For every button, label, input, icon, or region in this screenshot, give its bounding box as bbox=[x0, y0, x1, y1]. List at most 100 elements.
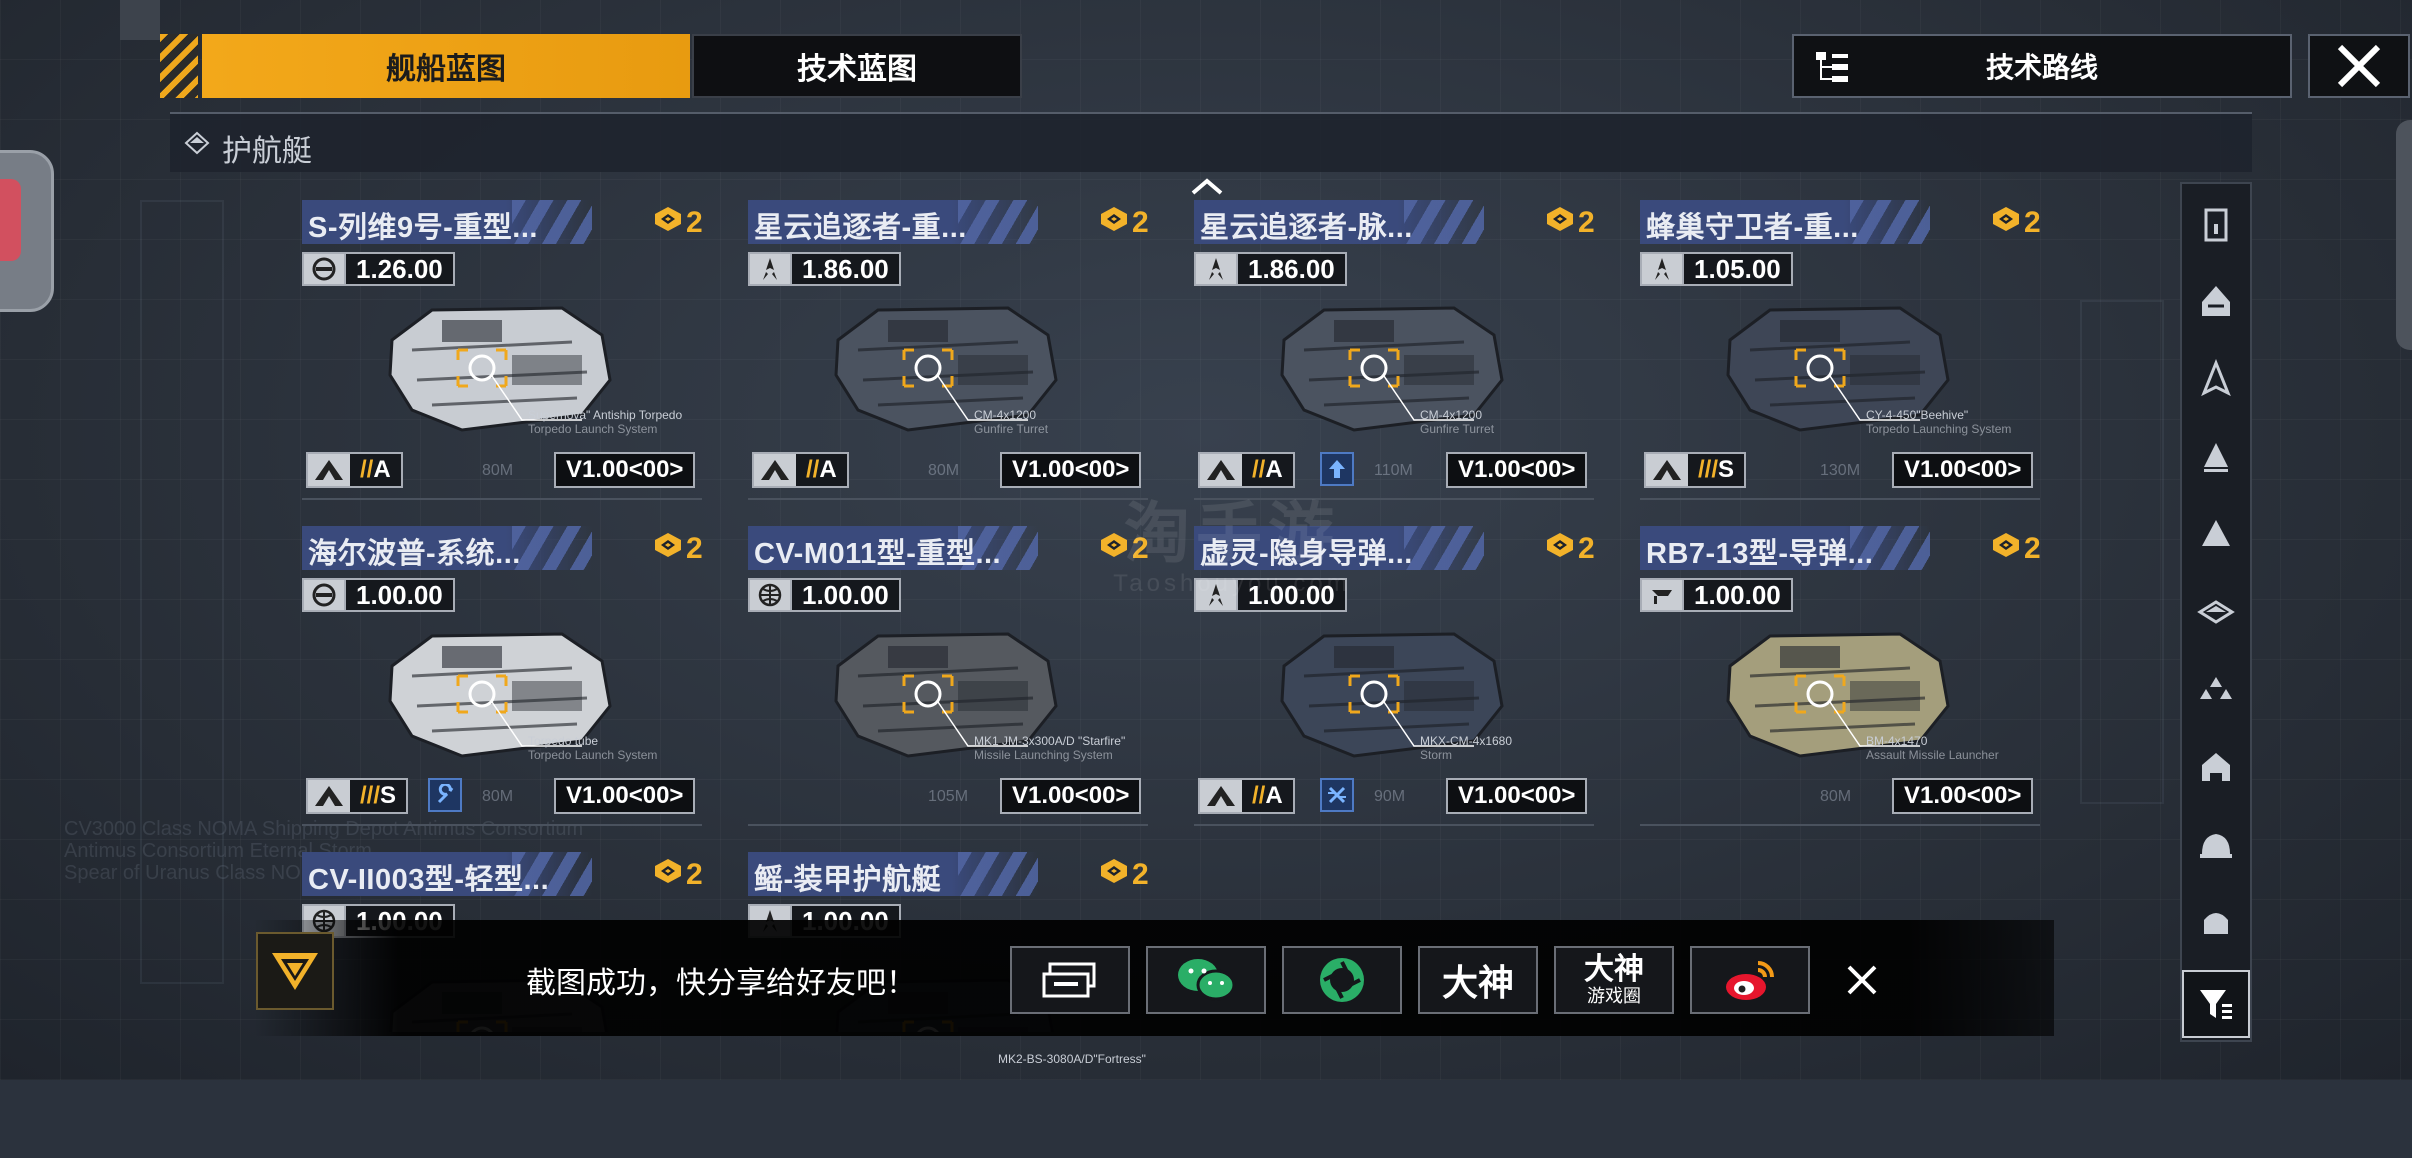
auxiliary-class-icon[interactable] bbox=[2196, 824, 2236, 864]
bg-frame bbox=[140, 200, 224, 984]
ship-name: S-列维9号-重型... bbox=[308, 212, 538, 244]
rank-icon bbox=[1100, 858, 1128, 892]
escort-class-icon bbox=[184, 131, 210, 155]
edge-handle[interactable] bbox=[2396, 120, 2412, 350]
card-title-stripes bbox=[1404, 526, 1484, 570]
rank-value: 2 bbox=[1132, 858, 1149, 891]
card-divider bbox=[748, 824, 1148, 826]
ship-length: 105M bbox=[928, 788, 969, 805]
rank-value: 2 bbox=[686, 858, 703, 891]
share-close-button[interactable] bbox=[1840, 958, 1884, 1002]
rank-icon bbox=[654, 206, 682, 240]
share-collapse-button[interactable] bbox=[256, 932, 334, 1010]
battlecruiser-class-icon[interactable] bbox=[2196, 359, 2236, 399]
rank-icon bbox=[1992, 206, 2020, 240]
rank-badge: 2 bbox=[1096, 858, 1149, 892]
ship-name: 海尔波普-系统... bbox=[308, 538, 521, 570]
close-button[interactable] bbox=[2308, 34, 2410, 98]
card-title-stripes bbox=[1404, 200, 1484, 244]
frigate-class-icon[interactable] bbox=[2196, 592, 2236, 632]
ship-name: 星云追逐者-脉... bbox=[1200, 212, 1413, 244]
category-label: 护航艇 bbox=[222, 135, 312, 168]
ship-card[interactable]: RB7-13型-导弹... 2 1.00.00 BM-4x1470 Assault Mi… bbox=[1640, 526, 2041, 832]
grade-icon bbox=[754, 454, 796, 486]
rank-icon bbox=[1992, 532, 2020, 566]
rank-icon bbox=[654, 858, 682, 892]
share-copy-button[interactable] bbox=[1010, 946, 1130, 1014]
card-title-stripes bbox=[512, 526, 592, 570]
rank-icon bbox=[654, 532, 682, 566]
card-divider bbox=[1194, 824, 1594, 826]
ship-length: 80M bbox=[928, 462, 960, 479]
ship-length: 80M bbox=[1820, 788, 1852, 805]
ship-card[interactable]: S-列维9号-重型... 2 1.26.00 Supernova" Antiship … bbox=[302, 200, 703, 506]
version-label: V1.00<00> bbox=[1892, 778, 2034, 814]
ship-name: CV-II003型-轻型... bbox=[308, 864, 550, 896]
rank-value: 2 bbox=[1132, 206, 1149, 239]
grade-icon bbox=[308, 454, 350, 486]
rank-badge: 2 bbox=[1988, 206, 2041, 240]
globe-icon bbox=[750, 580, 792, 610]
weapon-caption: BM-4x1470 Assault Missile Launcher bbox=[1866, 734, 1999, 762]
bg-frame bbox=[2080, 300, 2164, 804]
rank-badge: 2 bbox=[650, 206, 703, 240]
cruiser-class-icon[interactable] bbox=[2196, 437, 2236, 477]
scout-class-icon[interactable] bbox=[2196, 902, 2236, 942]
dashen-circle-logo: 大神 游戏圈 bbox=[1584, 953, 1644, 1006]
rank-value: 2 bbox=[686, 206, 703, 239]
tech-route-button[interactable]: 技术路线 bbox=[1792, 34, 2292, 98]
floating-assistant-bubble[interactable] bbox=[0, 150, 54, 312]
rank-badge: 2 bbox=[1988, 532, 2041, 566]
version-label: V1.00<00> bbox=[554, 778, 696, 814]
ship-card[interactable]: 蜂巢守卫者-重... 2 1.05.00 CY-4-450"Beehive" Torpe… bbox=[1640, 200, 2041, 506]
tab-ship-blueprint[interactable]: 舰船蓝图 bbox=[202, 34, 690, 98]
dashen-logo: 大神 bbox=[1441, 963, 1514, 1004]
scroll-up-chevron-icon[interactable] bbox=[1190, 176, 1224, 196]
weapon-caption: Supernova" Antiship Torpedo Torpedo Launc… bbox=[528, 408, 683, 436]
rank-badge: 2 bbox=[1096, 206, 1149, 240]
tech-route-label: 技术路线 bbox=[1985, 52, 2098, 83]
ship-length: 130M bbox=[1820, 462, 1861, 479]
filter-icon bbox=[2200, 990, 2232, 1019]
version-label: V1.00<00> bbox=[1446, 452, 1588, 488]
ship-length: 80M bbox=[482, 788, 514, 805]
tab-tech-blueprint[interactable]: 技术蓝图 bbox=[692, 34, 1022, 98]
share-message: 截图成功，快分享给好友吧！ bbox=[526, 967, 916, 1000]
grade-icon bbox=[1646, 454, 1688, 486]
weapon-caption: MK1 JM-3x300A/D "Starfire" Missile Launch… bbox=[974, 734, 1126, 762]
card-divider bbox=[1640, 824, 2040, 826]
ship-card[interactable]: 星云追逐者-脉... 2 1.86.00 CM-4x1200 Gunfire Turre… bbox=[1194, 200, 1595, 506]
fighter-class-icon[interactable] bbox=[2196, 747, 2236, 787]
card-divider bbox=[302, 824, 702, 826]
filter-button[interactable] bbox=[2182, 970, 2250, 1038]
corvette-class-icon[interactable] bbox=[2196, 669, 2236, 709]
carrier-class-icon[interactable] bbox=[2196, 282, 2236, 322]
grade-badge: //A bbox=[306, 452, 403, 488]
ship-card[interactable]: 星云追逐者-重... 2 1.86.00 CM-4x1200 Gunfire Turre… bbox=[748, 200, 1149, 506]
ship-length: 110M bbox=[1374, 462, 1413, 479]
card-title-stripes bbox=[1850, 200, 1930, 244]
share-dashen-button[interactable]: 大神 bbox=[1418, 946, 1538, 1014]
ship-card[interactable]: 海尔波普-系统... 2 1.00.00 Torpedo tube Torpedo La… bbox=[302, 526, 703, 832]
rank-value: 2 bbox=[686, 532, 703, 565]
weapon-caption: CM-4x1200 Gunfire Turret bbox=[974, 408, 1049, 436]
rocket-icon bbox=[1196, 254, 1238, 284]
grade-badge: //A bbox=[752, 452, 849, 488]
flag-icon bbox=[1642, 580, 1684, 610]
share-wechat-button[interactable] bbox=[1146, 946, 1266, 1014]
ship-name: 鳐-装甲护航艇 bbox=[754, 864, 942, 896]
weapon-caption: MKX-CM-4x1680 Storm bbox=[1420, 734, 1513, 762]
ship-name: 星云追逐者-重... bbox=[754, 212, 967, 244]
ship-name: RB7-13型-导弹... bbox=[1646, 538, 1874, 570]
share-weibo-button[interactable] bbox=[1690, 946, 1810, 1014]
share-moments-button[interactable] bbox=[1282, 946, 1402, 1014]
cross-icon bbox=[1320, 778, 1354, 812]
grade-badge: //A bbox=[1198, 778, 1295, 814]
destroyer-class-icon[interactable] bbox=[2196, 514, 2236, 554]
share-dashen-circle-button[interactable]: 大神 游戏圈 bbox=[1554, 946, 1674, 1014]
triangle-down-icon bbox=[272, 953, 318, 990]
mothership-class-icon[interactable] bbox=[2196, 204, 2236, 244]
version-label: V1.00<00> bbox=[1446, 778, 1588, 814]
ship-length: 90M bbox=[1374, 788, 1406, 805]
moments-icon bbox=[1320, 958, 1364, 1002]
